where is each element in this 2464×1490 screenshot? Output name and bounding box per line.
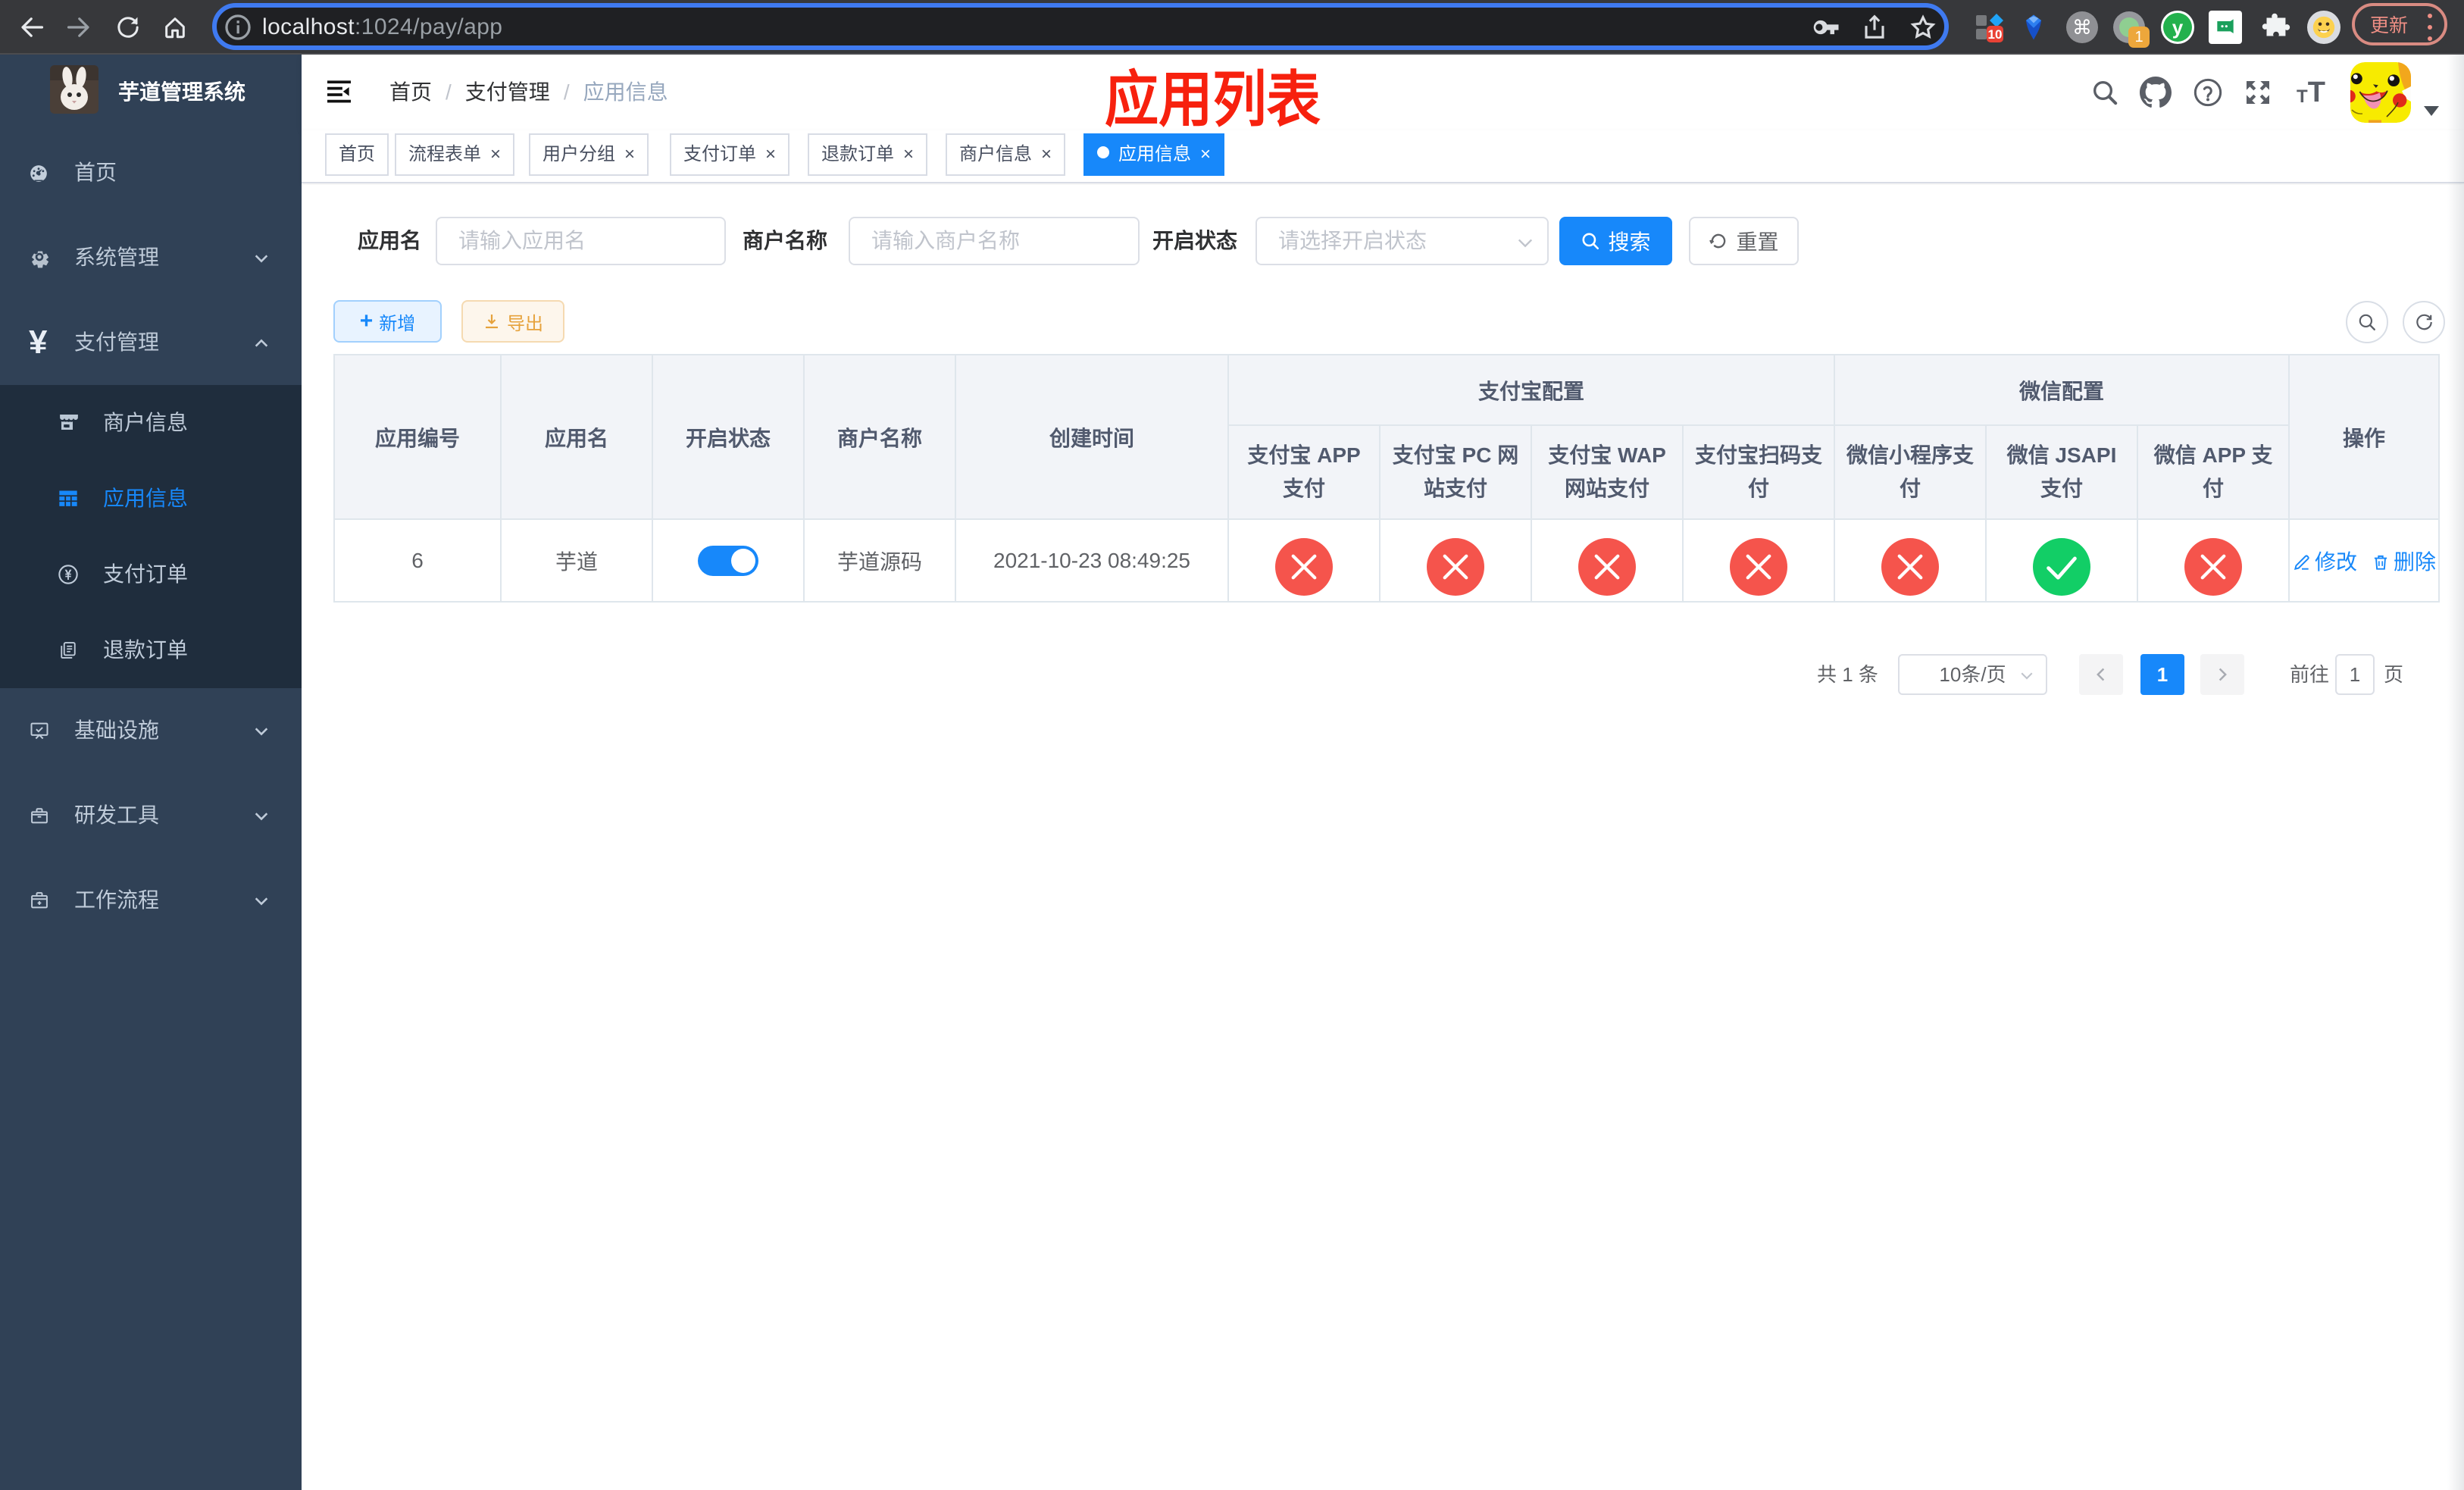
svg-text:10: 10 <box>1988 27 2003 42</box>
